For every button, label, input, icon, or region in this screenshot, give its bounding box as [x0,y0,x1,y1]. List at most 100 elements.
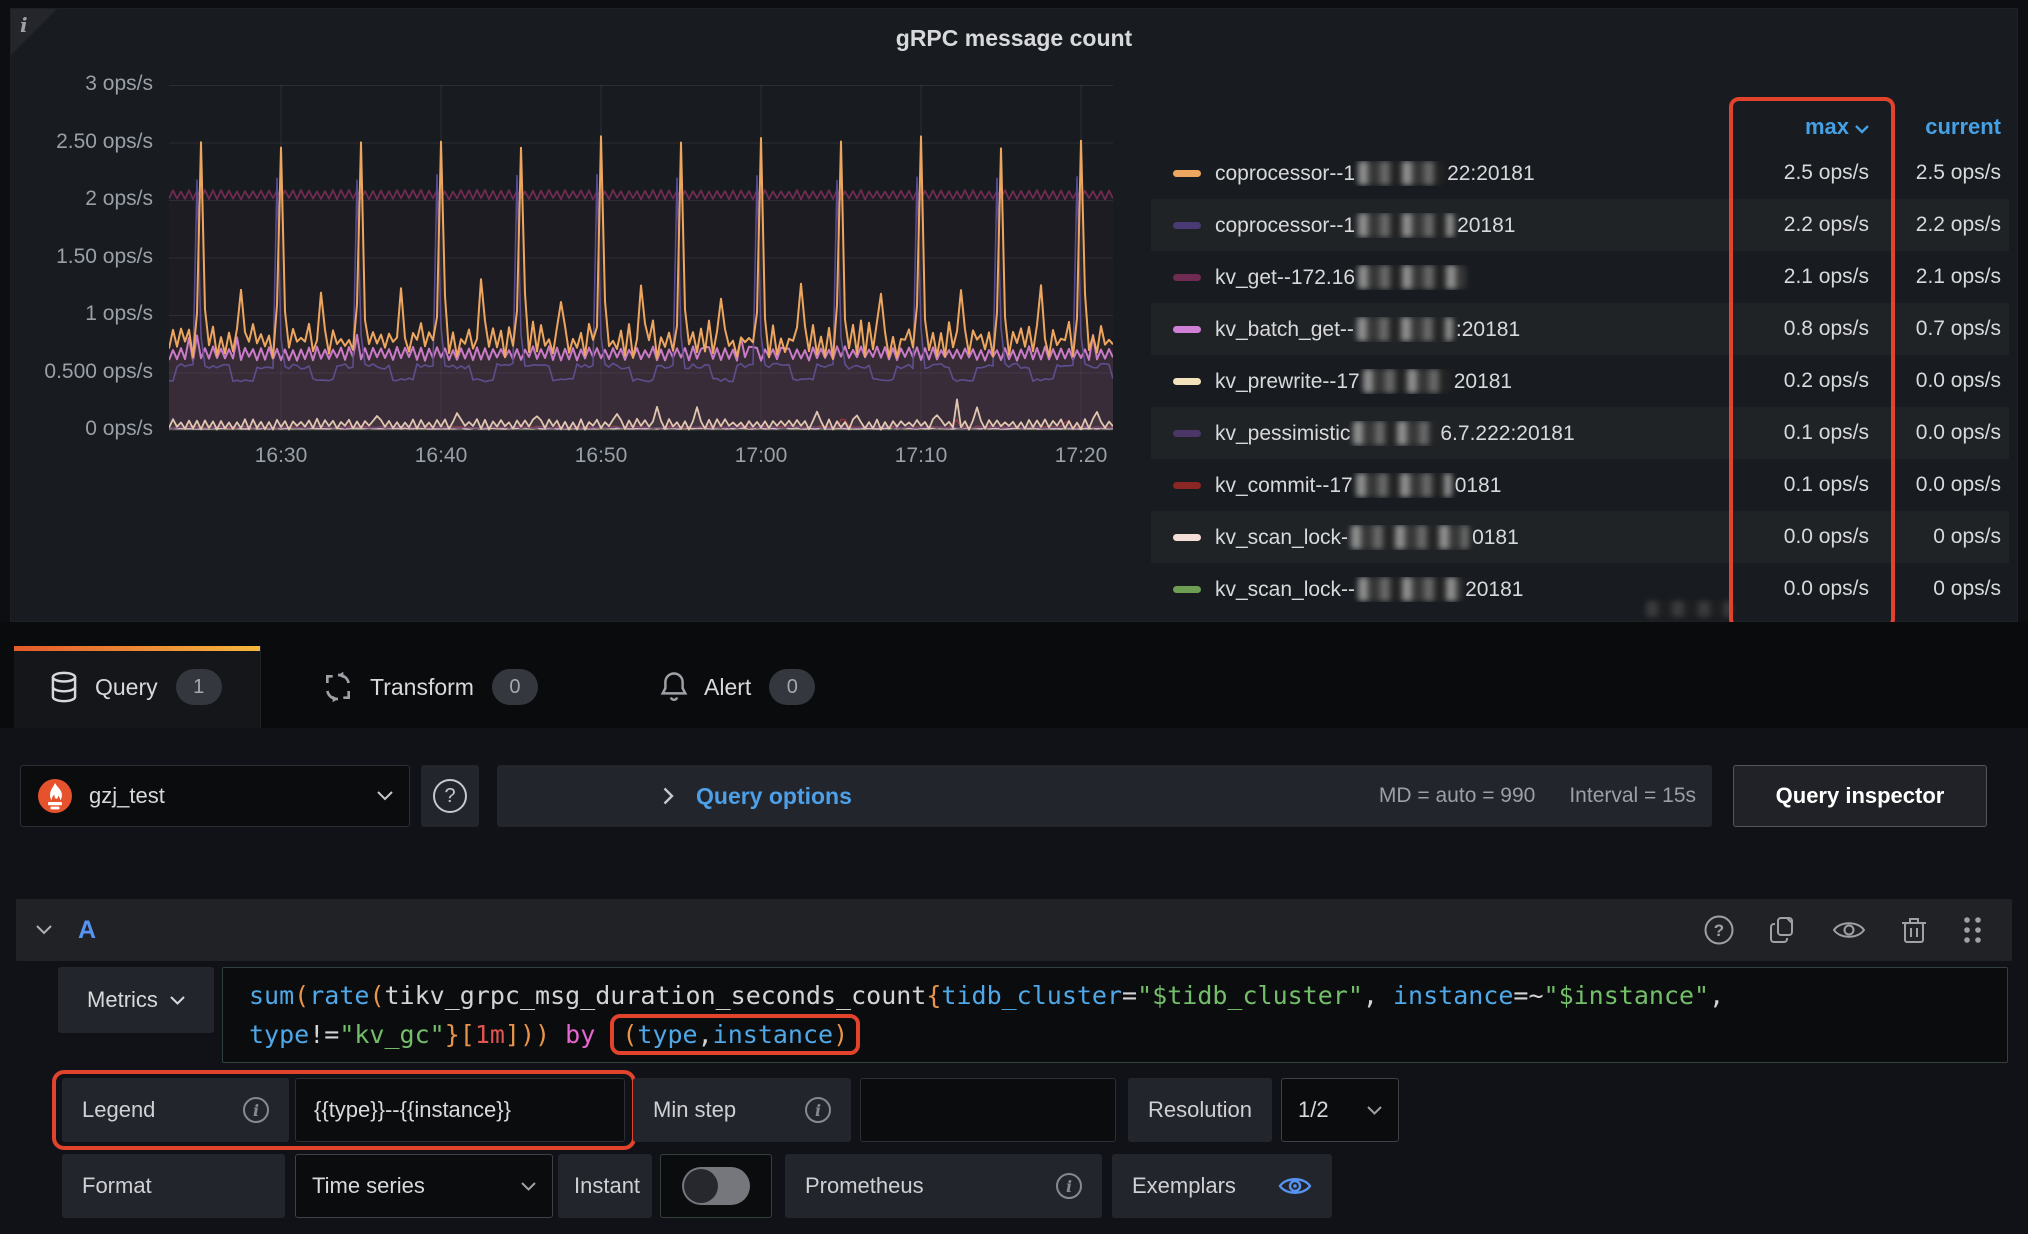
series-name[interactable]: kv_commit--170181 [1215,473,1719,498]
help-circle-icon[interactable]: ? [1704,915,1734,945]
code-token: rate [309,981,369,1010]
database-icon [49,671,79,703]
instant-toggle[interactable] [660,1154,772,1218]
trash-icon[interactable] [1900,915,1928,945]
info-icon[interactable]: i [805,1097,831,1123]
series-name[interactable]: kv_scan_lock--20181 [1215,577,1719,602]
max-data-points-stat: MD = auto = 990 [1379,784,1535,808]
exemplars-eye-icon[interactable] [1278,1174,1312,1198]
series-max-value: 0.8 ops/s [1719,317,1869,341]
series-name[interactable]: coprocessor--120181 [1215,213,1719,238]
promql-line-1: sum(rate(tikv_grpc_msg_duration_seconds_… [249,976,2007,1015]
tab-transform[interactable]: Transform 0 [322,646,538,728]
legend-row[interactable]: coprocessor--122:201812.5 ops/s2.5 ops/s [1151,147,2009,199]
series-max-value: 0.0 ops/s [1719,577,1869,601]
min-step-label: Min step i [633,1078,851,1142]
code-token: , [1363,981,1393,1010]
legend-sort-max[interactable]: max [1719,114,1869,140]
series-name[interactable]: coprocessor--122:20181 [1215,161,1719,186]
tab-query-label: Query [95,674,158,701]
tab-alert[interactable]: Alert 0 [660,646,815,728]
legend-row[interactable]: kv_pessimistic6.7.222:201810.1 ops/s0.0 … [1151,407,2009,459]
drag-handle-icon[interactable] [1962,915,1984,945]
legend-row[interactable]: kv_batch_get--:201810.8 ops/s0.7 ops/s [1151,303,2009,355]
series-color-swatch [1173,534,1201,541]
series-current-value: 0 ops/s [1869,525,2009,549]
series-name[interactable]: kv_scan_lock-0181 [1215,525,1719,550]
series-max-value: 2.2 ops/s [1719,213,1869,237]
series-max-value: 0.1 ops/s [1719,421,1869,445]
query-inspector-button[interactable]: Query inspector [1733,765,1987,827]
series-color-swatch [1173,586,1201,593]
series-name[interactable]: kv_pessimistic6.7.222:20181 [1215,421,1719,446]
info-icon[interactable]: i [243,1097,269,1123]
code-token: instance [713,1020,833,1049]
code-token: type [249,1020,309,1049]
metrics-label: Metrics [87,987,158,1013]
redacted-address [1358,265,1466,289]
format-select[interactable]: Time series [295,1154,553,1218]
code-token: by [565,1020,595,1049]
series-name[interactable]: kv_get--172.16 [1215,265,1719,290]
legend-row[interactable]: kv_scan_lock-01810.0 ops/s0 ops/s [1151,511,2009,563]
toggle-knob [684,1169,718,1203]
legend-sort-current[interactable]: current [1869,114,2009,140]
resolution-select[interactable]: 1/2 [1281,1078,1399,1142]
resolution-label: Resolution [1128,1078,1272,1142]
x-tick-label: 17:00 [706,444,816,468]
tab-query[interactable]: Query 1 [14,646,261,728]
legend-row[interactable]: kv_prewrite--17201810.2 ops/s0.0 ops/s [1151,355,2009,407]
series-current-value: 0.0 ops/s [1869,421,2009,445]
redacted-address [1358,213,1454,237]
legend-row[interactable]: coprocessor--1201812.2 ops/s2.2 ops/s [1151,199,2009,251]
datasource-help-button[interactable]: ? [421,765,479,827]
series-current-value: 0 ops/s [1869,577,2009,601]
query-ref-id: A [78,916,1704,945]
series-color-swatch [1173,274,1201,281]
code-token: "$tidb_cluster" [1137,981,1363,1010]
series-name[interactable]: kv_prewrite--1720181 [1215,369,1719,394]
legend-row-partial [1646,601,1732,617]
series-current-value: 0.0 ops/s [1869,369,2009,393]
series-color-swatch [1173,430,1201,437]
eye-icon[interactable] [1832,918,1866,942]
redacted-address [1353,421,1437,445]
code-token: { [926,981,941,1010]
query-options-bar[interactable]: Query options MD = auto = 990 Interval =… [497,765,1712,827]
legend-row[interactable]: kv_get--172.162.1 ops/s2.1 ops/s [1151,251,2009,303]
series-name[interactable]: kv_batch_get--:20181 [1215,317,1719,342]
exemplars-field: Exemplars [1112,1154,1332,1218]
legend-format-input[interactable]: {{type}}--{{instance}} [295,1078,625,1142]
y-tick-label: 0.500 ops/s [13,360,153,384]
legend-row[interactable]: kv_commit--1701810.1 ops/s0.0 ops/s [1151,459,2009,511]
editor-tabstrip: Query 1 Transform 0 [0,622,2028,728]
series-current-value: 0.0 ops/s [1869,473,2009,497]
help-icon: ? [433,779,467,813]
code-token: ( [369,981,384,1010]
promql-editor[interactable]: sum(rate(tikv_grpc_msg_duration_seconds_… [222,967,2008,1063]
panel-title[interactable]: gRPC message count [11,25,2017,52]
code-token: = [1122,981,1137,1010]
prometheus-type-label: Prometheus i [785,1154,1102,1218]
legend-header: max current [1151,107,2009,147]
time-series-chart[interactable] [169,85,1113,431]
code-token: "kv_gc" [339,1020,444,1049]
series-color-swatch [1173,222,1201,229]
duplicate-icon[interactable] [1768,915,1798,945]
series-color-swatch [1173,326,1201,333]
x-tick-label: 17:20 [1026,444,1136,468]
query-row-header[interactable]: A ? [16,899,2012,961]
min-step-input[interactable] [860,1078,1116,1142]
redacted-address [1358,161,1444,185]
collapse-chevron-icon[interactable] [36,925,52,935]
info-icon[interactable]: i [1056,1173,1082,1199]
code-token: instance [1393,981,1513,1010]
metrics-dropdown-button[interactable]: Metrics [58,967,214,1033]
legend-row[interactable]: kv_scan_lock--201810.0 ops/s0 ops/s [1151,563,2009,615]
code-token: != [309,1020,339,1049]
datasource-picker[interactable]: gzj_test [20,765,410,827]
series-current-value: 2.1 ops/s [1869,265,2009,289]
x-tick-label: 16:40 [386,444,496,468]
redacted-address [1357,317,1453,341]
code-token: } [445,1020,460,1049]
